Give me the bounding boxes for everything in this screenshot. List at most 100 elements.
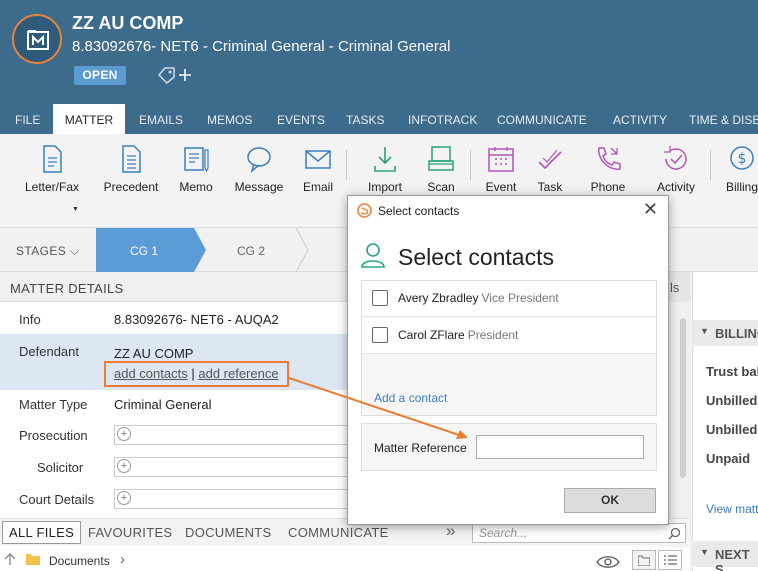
email-icon [305,150,331,169]
svg-text:$: $ [738,151,747,167]
import-label: Import [367,180,402,194]
tab-all-files[interactable]: ALL FILES [2,521,82,544]
list-item[interactable]: Carol ZFlare President [362,318,656,354]
view-matter-link[interactable]: View matt [706,502,758,516]
list-item[interactable]: Avery Zbradley Vice President [362,281,656,317]
phone-icon [598,147,621,170]
dialog-heading: Select contacts [398,244,554,270]
matter-reference-section: Matter Reference [361,423,657,471]
unpaid-label: Unpaid [706,451,751,466]
matter-header: ZZ AU COMP 8.83092676- NET6 - Criminal G… [0,0,758,104]
memo-button[interactable]: Memo [172,144,220,208]
add-circle-icon[interactable]: + [117,427,131,441]
tab-file[interactable]: FILE [15,104,40,134]
contact-role: President [467,328,519,342]
trust-balance-label: Trust bal [706,364,758,379]
tab-memos[interactable]: MEMOS [207,104,252,134]
stages-label: STAGES [16,244,67,258]
matter-reference-label: Matter Reference [374,441,467,455]
contact-checkbox[interactable] [372,327,388,343]
next-heading: NEXT S [715,547,750,571]
next-section-header[interactable]: ▼ NEXT S [692,541,758,571]
prosecution-row: Prosecution + [0,422,360,452]
chevron-right-icon: › [120,551,125,568]
prosecution-label: Prosecution [19,428,88,443]
letter-fax-button[interactable]: Letter/Fax ▼ [22,144,82,213]
tab-tasks[interactable]: TASKS [346,104,384,134]
email-button[interactable]: Email [298,144,338,208]
tab-matter[interactable]: MATTER [53,104,125,134]
right-panel-tab[interactable]: ls [668,272,690,302]
tab-events[interactable]: EVENTS [277,104,325,134]
billing-heading: BILLING [715,326,758,341]
grid-view-button[interactable] [632,550,656,570]
stage-cg2[interactable]: CG 2 [237,244,265,258]
billing-icon: $ [730,146,754,170]
court-details-label: Court Details [19,492,95,507]
add-circle-icon[interactable]: + [117,491,131,505]
billing-section-header[interactable]: ▼ BILLING [692,320,758,346]
select-contacts-dialog: Select contacts ✕ Select contacts Avery … [347,195,669,525]
unbilled-label: Unbilled [706,393,758,408]
list-icon [664,555,677,565]
event-label: Event [485,180,517,194]
letter-icon [43,145,62,173]
ok-button[interactable]: OK [564,488,656,513]
message-label: Message [234,180,284,194]
matter-details-title: MATTER DETAILS [10,281,124,296]
contact-person-icon [361,243,385,268]
eye-icon[interactable] [596,555,620,569]
tab-infotrack[interactable]: INFOTRACK [408,104,477,134]
list-view-button[interactable] [658,550,682,570]
info-label: Info [19,312,41,327]
stage-label: CG 1 [130,244,159,258]
email-label: Email [302,180,333,194]
tab-communicate[interactable]: COMMUNICATE [497,104,587,134]
matter-details-header: MATTER DETAILS [0,272,360,302]
tab-communicate-files[interactable]: COMMUNICATE [288,525,389,540]
search-icon[interactable] [668,527,681,540]
stage-cg1[interactable]: CG 1 [96,228,194,272]
solicitor-field[interactable]: + [114,457,354,477]
stage-arrow [296,228,309,272]
tab-emails[interactable]: EMAILS [139,104,183,134]
right-panel-scrollbar[interactable] [680,318,686,478]
contact-name: Avery Zbradley [398,291,479,305]
letter-fax-label: Letter/Fax [24,180,80,194]
ribbon-divider [346,150,347,180]
defendant-value: ZZ AU COMP [114,346,194,361]
contact-checkbox[interactable] [372,290,388,306]
add-circle-icon[interactable]: + [117,459,131,473]
billing-button[interactable]: $ Billing [722,144,758,208]
dialog-window-title: Select contacts [378,204,460,218]
prosecution-field[interactable]: + [114,425,354,445]
chevron-down-icon[interactable]: ▼ [72,206,79,213]
up-arrow-icon[interactable] [4,552,16,566]
contacts-list: Avery Zbradley Vice President Carol ZFlar… [361,280,657,416]
activity-label: Activity [656,180,695,194]
status-badge: OPEN [74,66,126,85]
document-breadcrumb-bar: Documents › [0,547,690,571]
tab-documents[interactable]: DOCUMENTS [185,525,271,540]
court-details-field[interactable]: + [114,489,354,509]
precedent-button[interactable]: Precedent [102,144,160,208]
message-button[interactable]: Message [233,144,285,208]
add-tag-icon[interactable] [155,65,195,85]
matter-reference-input[interactable] [476,435,644,459]
tab-activity[interactable]: ACTIVITY [613,104,667,134]
unbilled-label: Unbilled [706,422,758,437]
info-value: 8.83092676- NET6 - AUQA2 [114,312,279,327]
tab-favourites[interactable]: FAVOURITES [88,525,172,540]
task-label: Task [537,180,563,194]
scan-label: Scan [427,180,455,194]
tab-time-disb[interactable]: TIME & DISB [689,104,758,134]
main-tabs: FILE MATTER EMAILS MEMOS EVENTS TASKS IN… [0,104,758,134]
add-contact-link[interactable]: Add a contact [374,391,447,405]
matter-type-label: Matter Type [19,397,88,412]
search-input[interactable]: Search... [472,523,686,543]
breadcrumb-documents[interactable]: Documents [49,554,110,568]
close-icon[interactable]: ✕ [643,200,658,218]
contact-name: Carol ZFlare [398,328,465,342]
chevron-down-icon: ⌵ [69,244,80,258]
stages-dropdown[interactable]: STAGES ⌵ [16,244,79,259]
